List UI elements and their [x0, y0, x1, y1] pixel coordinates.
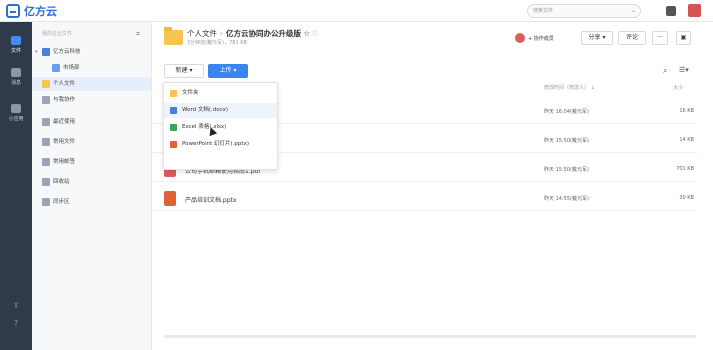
comment-button[interactable]: 评论: [618, 31, 646, 45]
sidebar-item-personal[interactable]: 个人文件: [32, 77, 151, 91]
new-dropdown-menu: 文件夹 Word 文档(.docx) Excel 表格(.xlsx) Power…: [163, 82, 278, 170]
menu-item-label: PowerPoint 幻灯片(.pptx): [182, 141, 249, 147]
menu-item-word[interactable]: Word 文档(.docx): [164, 103, 277, 137]
add-collaborator-button[interactable]: + 协作成员: [515, 31, 554, 45]
sidebar-item-favorites[interactable]: 常用文件: [32, 135, 151, 149]
sync-icon: [42, 198, 50, 206]
column-header-modified[interactable]: 修改时间（修改人） ↓: [544, 84, 595, 91]
sidebar-item-market[interactable]: 市场部: [32, 61, 151, 75]
menu-item-label: Excel 表格(.xlsx): [182, 124, 227, 130]
search-icon[interactable]: ⌕: [663, 66, 667, 76]
ppt-file-icon: [164, 191, 176, 206]
file-icon: [11, 36, 21, 45]
file-modified: 昨天 16:04(戴元军): [544, 109, 589, 115]
file-modified: 昨天 15:50(戴元军): [544, 167, 589, 173]
nav-item-files[interactable]: 文件: [0, 36, 32, 54]
excel-file-icon: [170, 124, 177, 131]
sidebar-item-label: 市场部: [63, 65, 80, 71]
main-panel: 个人文件 › 亿方云协同办公升级版 ☆ ⓘ 3分钟前(戴元军)，781 KB + 协…: [152, 22, 713, 350]
personal-folder-icon: [42, 80, 50, 88]
breadcrumb-separator-icon: ›: [220, 29, 223, 38]
search-placeholder: 搜索文件: [533, 8, 554, 14]
apps-icon: [11, 104, 21, 113]
sidebar-item-label: 常用文件: [53, 139, 76, 145]
avatar: [515, 33, 525, 43]
sidebar-item-org[interactable]: ▾ 亿方云科技: [32, 45, 151, 59]
file-size: 701 KB: [676, 166, 694, 172]
sidebar-item-label: 个人文件: [53, 81, 76, 87]
file-size: 16 KB: [679, 108, 694, 114]
menu-item-folder[interactable]: 文件夹: [164, 86, 277, 101]
upload-icon[interactable]: ⇪: [11, 302, 21, 310]
file-modified: 昨天 14:55(戴元军): [544, 196, 589, 202]
sidebar-header: 我的企业文件: [42, 31, 73, 37]
sidebar-item-label: 常用邮签: [53, 159, 76, 165]
trash-icon: [42, 178, 50, 186]
sidebar: 我的企业文件 ⌗ ▾ 亿方云科技 市场部 个人文件 与我协作 最近使用 常用文件…: [32, 22, 152, 350]
star-icon[interactable]: ☆: [301, 29, 310, 38]
sidebar-item-label: 与我协作: [53, 97, 76, 103]
logo-text: 亿方云: [24, 5, 57, 18]
folder-meta: 3分钟前(戴元军)，781 KB: [187, 40, 247, 46]
menu-item-powerpoint[interactable]: PowerPoint 幻灯片(.pptx): [164, 137, 277, 152]
folder-icon: [164, 27, 183, 45]
collab-icon: [42, 96, 50, 104]
panel-toggle-icon[interactable]: ▣: [676, 31, 691, 45]
collab-label: + 协作成员: [528, 35, 554, 42]
upload-button[interactable]: 上传 ▾: [208, 64, 248, 78]
collapse-arrow-icon[interactable]: ▾: [35, 45, 38, 59]
left-nav: 文件 消息 小应用 ⇪ ?: [0, 22, 32, 350]
info-icon[interactable]: ⓘ: [310, 31, 318, 38]
help-icon[interactable]: ?: [11, 320, 21, 328]
word-file-icon: [170, 107, 177, 114]
breadcrumb-root[interactable]: 个人文件: [187, 29, 217, 38]
sidebar-item-label: 同步区: [53, 199, 70, 205]
sidebar-item-label: 最近使用: [53, 119, 76, 125]
new-button[interactable]: 新建 ▾: [164, 64, 204, 78]
tag-icon: [42, 158, 50, 166]
folder-icon: [170, 90, 177, 97]
nav-item-apps[interactable]: 小应用: [0, 104, 32, 122]
sidebar-item-tags[interactable]: 常用邮签: [32, 155, 151, 169]
org-icon: [42, 48, 50, 56]
sidebar-item-collab[interactable]: 与我协作: [32, 93, 151, 107]
logo-icon: [6, 4, 20, 18]
sidebar-item-label: 回收站: [53, 179, 70, 185]
menu-item-label: Word 文档(.docx): [182, 107, 229, 113]
menu-item-excel[interactable]: Excel 表格(.xlsx): [164, 120, 277, 135]
more-button[interactable]: ···: [652, 31, 668, 45]
search-input[interactable]: 搜索文件 ⌄: [527, 4, 641, 18]
table-row[interactable]: 产品培训文档.pptx 昨天 14:55(戴元军) 30 KB: [152, 187, 697, 211]
avatar[interactable]: [688, 4, 701, 17]
menu-item-label: 文件夹: [182, 90, 199, 96]
file-size: 30 KB: [679, 195, 694, 201]
chevron-down-icon[interactable]: ⌄: [631, 5, 636, 17]
app-logo[interactable]: 亿方云: [6, 3, 57, 19]
file-name[interactable]: 产品培训文档.pptx: [185, 195, 236, 204]
nav-label-files: 文件: [10, 48, 21, 54]
tree-icon[interactable]: ⌗: [136, 30, 140, 39]
file-modified: 昨天 15:50(戴元军): [544, 138, 589, 144]
favorites-icon: [42, 138, 50, 146]
nav-label-messages: 消息: [10, 80, 21, 86]
list-view-icon[interactable]: ☰▾: [679, 66, 689, 74]
sidebar-item-sync[interactable]: 同步区: [32, 195, 151, 209]
nav-item-messages[interactable]: 消息: [0, 68, 32, 86]
column-header-size[interactable]: 大小: [673, 84, 683, 91]
nav-label-apps: 小应用: [8, 116, 24, 122]
sidebar-item-label: 亿方云科技: [53, 49, 81, 55]
notification-icon[interactable]: [666, 6, 676, 16]
ppt-file-icon: [170, 141, 177, 148]
share-button[interactable]: 分享 ▾: [581, 31, 613, 45]
breadcrumb: 个人文件 › 亿方云协同办公升级版 ☆ ⓘ: [187, 28, 318, 39]
page-title: 亿方云协同办公升级版: [226, 29, 301, 38]
recent-icon: [42, 118, 50, 126]
team-icon: [52, 64, 60, 72]
file-size: 14 KB: [679, 137, 694, 143]
sidebar-item-trash[interactable]: 回收站: [32, 175, 151, 189]
sidebar-item-recent[interactable]: 最近使用: [32, 115, 151, 129]
top-bar: 亿方云 搜索文件 ⌄: [0, 0, 713, 22]
message-icon: [11, 68, 21, 77]
horizontal-scrollbar[interactable]: [164, 335, 696, 338]
